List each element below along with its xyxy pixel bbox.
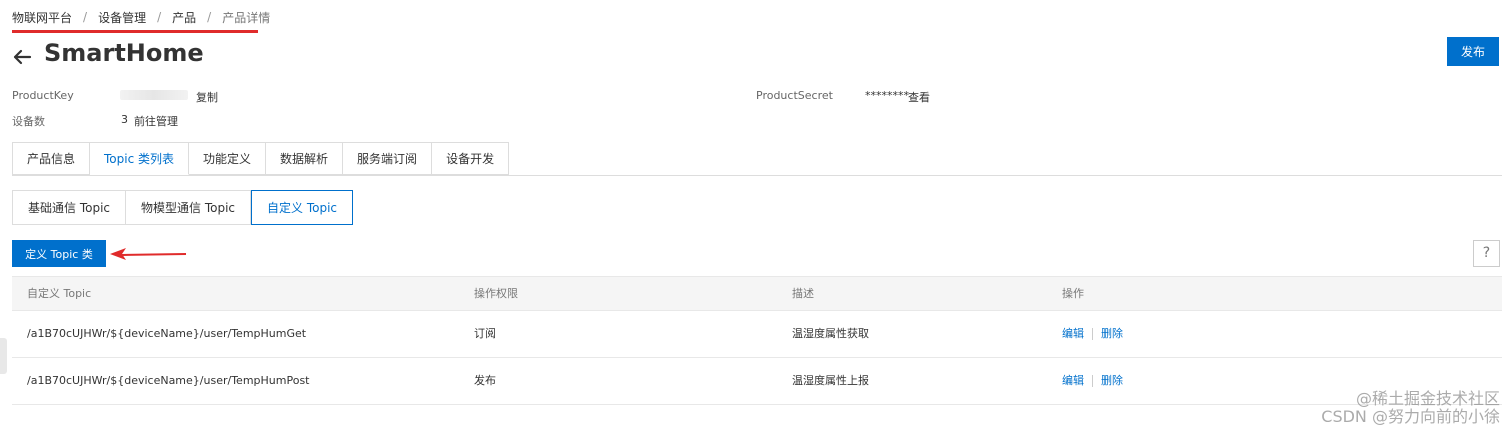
- topic-cell: /a1B70cUJHWr/${deviceName}/user/TempHumP…: [27, 374, 310, 387]
- breadcrumb-separator: /: [83, 10, 88, 24]
- red-annotation-underline: [12, 30, 258, 33]
- device-count-value: 3: [121, 113, 128, 126]
- table-row: /a1B70cUJHWr/${deviceName}/user/TempHumP…: [12, 358, 1502, 405]
- subtab-basic-topic[interactable]: 基础通信 Topic: [12, 190, 126, 225]
- product-key-value-masked: [120, 90, 188, 100]
- back-arrow-icon[interactable]: [12, 47, 32, 67]
- tabs-divider: [12, 175, 1502, 176]
- watermark: @稀土掘金技术社区 CSDN @努力向前的小徐: [1321, 390, 1500, 426]
- action-divider: [1092, 375, 1093, 387]
- column-header-actions: 操作: [1062, 287, 1084, 300]
- tab-server-subscription[interactable]: 服务端订阅: [343, 142, 433, 175]
- delete-link[interactable]: 删除: [1101, 358, 1123, 404]
- side-panel-grip[interactable]: [0, 338, 7, 374]
- product-secret-label: ProductSecret: [756, 89, 833, 102]
- custom-topic-table: 自定义 Topic 操作权限 描述 操作 /a1B70cUJHWr/${devi…: [12, 276, 1502, 405]
- column-header-permission: 操作权限: [474, 287, 518, 300]
- edit-link[interactable]: 编辑: [1062, 311, 1084, 357]
- tab-function-definition[interactable]: 功能定义: [189, 142, 267, 175]
- breadcrumb-separator: /: [157, 10, 162, 24]
- tab-data-parsing[interactable]: 数据解析: [266, 142, 344, 175]
- page-title: SmartHome: [44, 39, 204, 67]
- permission-cell: 发布: [474, 374, 496, 387]
- tab-topic-list[interactable]: Topic 类列表: [90, 142, 190, 175]
- permission-cell: 订阅: [474, 327, 496, 340]
- view-secret-link[interactable]: 查看: [908, 89, 930, 105]
- help-button[interactable]: ?: [1473, 240, 1500, 267]
- description-cell: 温湿度属性上报: [792, 374, 869, 387]
- table-row: /a1B70cUJHWr/${deviceName}/user/TempHumG…: [12, 311, 1502, 358]
- breadcrumb-item-device-management[interactable]: 设备管理: [98, 9, 146, 26]
- breadcrumb: 物联网平台 / 设备管理 / 产品 / 产品详情: [12, 8, 270, 26]
- action-divider: [1092, 328, 1093, 340]
- tab-device-development[interactable]: 设备开发: [432, 142, 510, 175]
- product-secret-value: ********: [865, 89, 909, 102]
- table-header: 自定义 Topic 操作权限 描述 操作: [12, 276, 1502, 311]
- define-topic-class-button[interactable]: 定义 Topic 类: [12, 240, 106, 267]
- subtab-custom-topic[interactable]: 自定义 Topic: [251, 190, 353, 225]
- topic-cell: /a1B70cUJHWr/${deviceName}/user/TempHumG…: [27, 327, 307, 340]
- watermark-line-1: @稀土掘金技术社区: [1355, 389, 1500, 408]
- publish-button[interactable]: 发布: [1447, 37, 1499, 66]
- main-tabs: 产品信息 Topic 类列表 功能定义 数据解析 服务端订阅 设备开发: [12, 142, 510, 175]
- breadcrumb-separator: /: [207, 10, 212, 24]
- actions-cell: 编辑 删除: [1062, 311, 1123, 357]
- subtab-thing-model-topic[interactable]: 物模型通信 Topic: [126, 190, 251, 225]
- column-header-description: 描述: [792, 287, 814, 300]
- go-manage-link[interactable]: 前往管理: [134, 113, 178, 129]
- breadcrumb-current: 产品详情: [222, 10, 271, 25]
- actions-cell: 编辑 删除: [1062, 358, 1123, 404]
- breadcrumb-item-iot-platform[interactable]: 物联网平台: [12, 9, 72, 26]
- copy-link[interactable]: 复制: [196, 89, 218, 105]
- watermark-line-2: CSDN @努力向前的小徐: [1321, 407, 1500, 426]
- device-count-label: 设备数: [12, 115, 45, 128]
- breadcrumb-item-product[interactable]: 产品: [172, 9, 196, 26]
- delete-link[interactable]: 删除: [1101, 311, 1123, 357]
- column-header-topic: 自定义 Topic: [27, 287, 92, 300]
- red-annotation-arrow-icon: [110, 248, 187, 260]
- description-cell: 温湿度属性获取: [792, 327, 869, 340]
- product-key-label: ProductKey: [12, 89, 74, 102]
- edit-link[interactable]: 编辑: [1062, 358, 1084, 404]
- tab-product-info[interactable]: 产品信息: [12, 142, 91, 175]
- sub-tabs: 基础通信 Topic 物模型通信 Topic 自定义 Topic: [12, 190, 353, 225]
